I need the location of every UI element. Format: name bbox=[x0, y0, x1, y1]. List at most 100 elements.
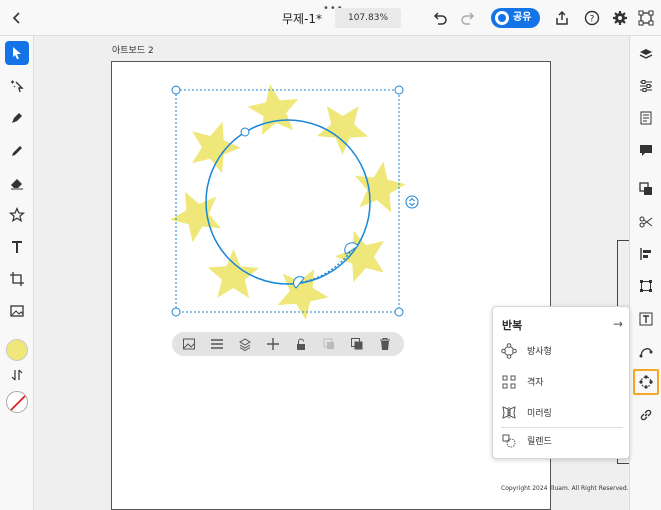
grid-repeat-icon bbox=[502, 375, 516, 389]
back-icon[interactable] bbox=[8, 9, 26, 27]
comments-panel-button[interactable] bbox=[637, 141, 655, 159]
pencil-tool[interactable] bbox=[5, 139, 29, 163]
properties-panel-button[interactable] bbox=[637, 77, 655, 95]
radius-handle[interactable] bbox=[240, 127, 250, 137]
release-repeat-icon bbox=[502, 434, 516, 448]
avatar-icon bbox=[495, 11, 509, 25]
select-tool[interactable] bbox=[5, 41, 29, 65]
share-button[interactable]: 공유 bbox=[491, 8, 540, 28]
comment-icon bbox=[640, 145, 652, 156]
handle-bottom-left[interactable] bbox=[171, 307, 181, 317]
type-options-button[interactable] bbox=[637, 310, 655, 328]
arrow-cursor-icon bbox=[13, 47, 21, 59]
type-tool[interactable] bbox=[5, 235, 29, 259]
link-icon bbox=[640, 409, 652, 421]
duplicate-disabled-button[interactable] bbox=[321, 336, 337, 352]
curve-path-icon bbox=[639, 348, 653, 358]
app: ••• 무제-1* 107.83% 공유 ? 아트보드 2 반복 → 방사형 격… bbox=[0, 0, 661, 510]
crop-tool[interactable] bbox=[5, 267, 29, 291]
settings-icon[interactable] bbox=[611, 9, 629, 27]
text-icon bbox=[12, 241, 22, 253]
help-icon[interactable]: ? bbox=[583, 9, 601, 27]
direct-select-tool[interactable] bbox=[5, 74, 29, 98]
zoom-level[interactable]: 107.83% bbox=[335, 8, 401, 28]
link-button[interactable] bbox=[637, 406, 655, 424]
radial-repeat-option[interactable]: 방사형 bbox=[501, 340, 621, 362]
lock-button[interactable] bbox=[293, 336, 309, 352]
pen-icon bbox=[12, 113, 22, 123]
star-icon bbox=[9, 207, 25, 223]
release-option[interactable]: 릴렌드 bbox=[501, 430, 621, 452]
top-bar: ••• 무제-1* 107.83% 공유 ? bbox=[0, 0, 661, 36]
shape-tool[interactable] bbox=[5, 203, 29, 227]
layers-order-button[interactable] bbox=[237, 336, 253, 352]
arrange-button[interactable] bbox=[209, 336, 225, 352]
align-button[interactable] bbox=[637, 245, 655, 263]
repeated-star bbox=[192, 121, 241, 174]
swap-colors-icon[interactable] bbox=[11, 369, 23, 381]
grid-repeat-option[interactable]: 격자 bbox=[501, 371, 621, 393]
export-icon[interactable] bbox=[553, 9, 571, 27]
repeat-popup: 반복 → 방사형 격자 미러링 릴렌드 bbox=[492, 306, 630, 459]
repeated-star bbox=[316, 106, 369, 155]
document-title[interactable]: 무제-1* bbox=[282, 10, 322, 27]
layers-icon bbox=[639, 49, 653, 59]
pathfinder-icon bbox=[639, 182, 652, 195]
mirror-repeat-label: 미러링 bbox=[527, 409, 552, 419]
handle-top-left[interactable] bbox=[171, 85, 181, 95]
image-icon bbox=[10, 305, 24, 317]
mirror-repeat-icon bbox=[502, 406, 516, 419]
layers-panel-button[interactable] bbox=[637, 45, 655, 63]
left-toolbar bbox=[0, 36, 34, 510]
repeated-star bbox=[335, 230, 384, 283]
radial-repeat-icon bbox=[501, 343, 517, 359]
transform-button[interactable] bbox=[637, 277, 655, 295]
eraser-tool[interactable] bbox=[5, 171, 29, 195]
scissors-button[interactable] bbox=[637, 213, 655, 231]
mirror-repeat-option[interactable]: 미러링 bbox=[501, 402, 621, 424]
transform-icon bbox=[640, 280, 652, 292]
popup-title: 반복 bbox=[502, 319, 523, 332]
handle-top-right[interactable] bbox=[394, 85, 404, 95]
repeated-star bbox=[207, 249, 260, 298]
radial-repeat-label: 방사형 bbox=[527, 347, 552, 357]
context-toolbar bbox=[172, 332, 404, 356]
crop-icon bbox=[10, 272, 24, 286]
delete-button[interactable] bbox=[377, 336, 393, 352]
move-icon bbox=[267, 338, 279, 350]
grid-repeat-label: 격자 bbox=[527, 378, 544, 388]
trash-icon bbox=[380, 338, 390, 350]
radial-repeat-artwork[interactable] bbox=[170, 84, 410, 324]
rotate-handle-icon[interactable] bbox=[405, 195, 419, 209]
undo-icon[interactable] bbox=[431, 9, 449, 27]
handle-bottom-right[interactable] bbox=[394, 307, 404, 317]
artboard-label[interactable]: 아트보드 2 bbox=[112, 43, 154, 56]
curvature-button[interactable] bbox=[637, 342, 655, 360]
group-button[interactable] bbox=[349, 336, 365, 352]
pathfinder-button[interactable] bbox=[637, 180, 655, 198]
align-left-icon bbox=[640, 248, 651, 260]
move-button[interactable] bbox=[265, 336, 281, 352]
group-icon bbox=[351, 338, 363, 350]
release-label: 릴렌드 bbox=[527, 437, 552, 447]
fit-screen-icon[interactable] bbox=[637, 9, 655, 27]
library-icon bbox=[640, 111, 652, 125]
libraries-panel-button[interactable] bbox=[637, 109, 655, 127]
text-frame-icon bbox=[639, 312, 653, 326]
lock-icon bbox=[297, 338, 305, 350]
mask-button[interactable] bbox=[181, 336, 197, 352]
duplicate-icon bbox=[323, 338, 334, 349]
redo-icon[interactable] bbox=[459, 9, 477, 27]
repeat-button[interactable] bbox=[633, 369, 659, 395]
scissors-icon bbox=[639, 216, 653, 228]
menu-lines-icon bbox=[211, 339, 223, 349]
layers-stack-icon bbox=[239, 338, 251, 351]
stroke-color-swatch[interactable] bbox=[6, 391, 28, 413]
pen-tool[interactable] bbox=[5, 106, 29, 130]
fill-color-swatch[interactable] bbox=[6, 339, 28, 361]
image-tool[interactable] bbox=[5, 299, 29, 323]
arrow-right-icon[interactable]: → bbox=[613, 317, 623, 331]
eraser-icon bbox=[11, 179, 23, 190]
magic-select-icon bbox=[11, 80, 24, 93]
mask-icon bbox=[183, 338, 195, 350]
